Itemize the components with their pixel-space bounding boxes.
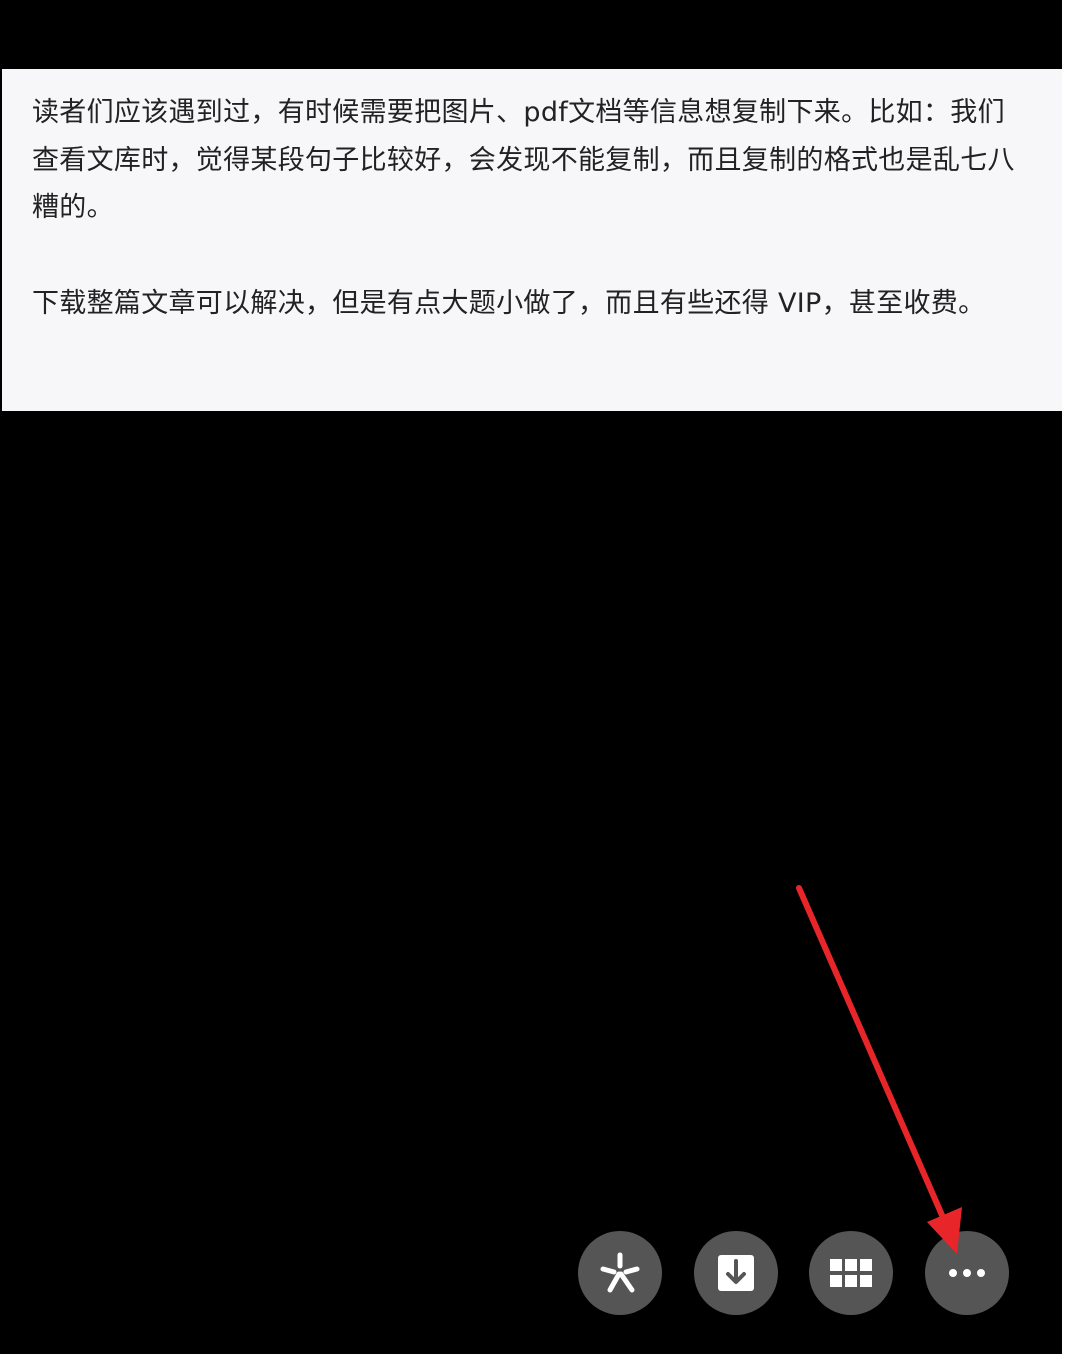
grid-button[interactable]	[809, 1231, 893, 1315]
more-button[interactable]	[925, 1231, 1009, 1315]
more-icon	[949, 1269, 985, 1277]
download-button[interactable]	[694, 1231, 778, 1315]
viewer-toolbar	[577, 1231, 1017, 1317]
article-paragraph-2: 下载整篇文章可以解决，但是有点大题小做了，而且有些还得 VIP，甚至收费。	[32, 288, 986, 319]
article-paragraph-1: 读者们应该遇到过，有时候需要把图片、pdf文档等信息想复制下来。比如：我们查看文…	[32, 97, 1015, 223]
image-viewer: 读者们应该遇到过，有时候需要把图片、pdf文档等信息想复制下来。比如：我们查看文…	[0, 0, 1062, 1354]
page-margin	[1062, 0, 1072, 1354]
download-icon	[718, 1255, 754, 1291]
text-image: 读者们应该遇到过，有时候需要把图片、pdf文档等信息想复制下来。比如：我们查看文…	[2, 69, 1062, 411]
ai-sparkle-icon	[600, 1252, 640, 1293]
ai-button[interactable]	[578, 1231, 662, 1315]
grid-icon	[830, 1259, 872, 1287]
